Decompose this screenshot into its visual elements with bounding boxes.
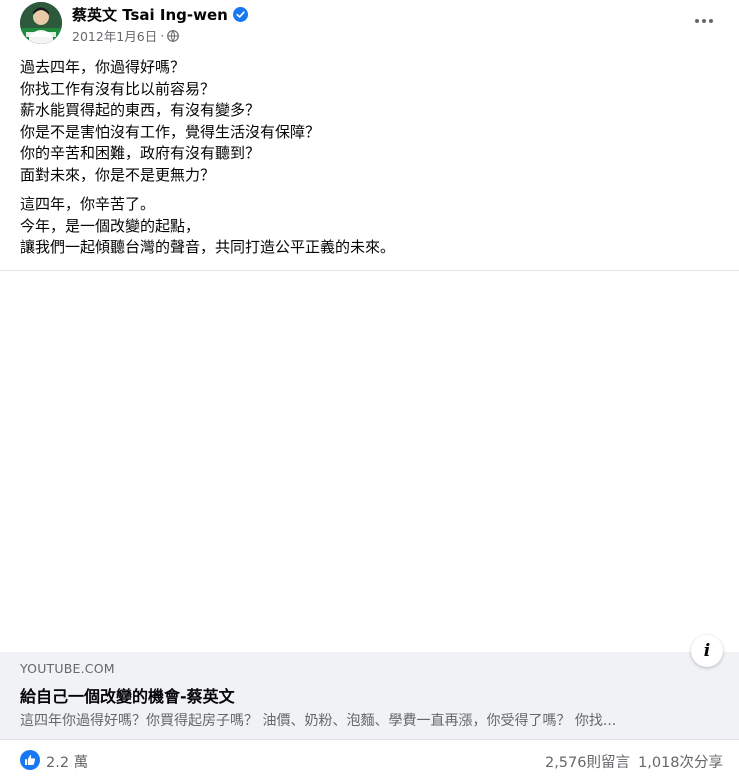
author-name[interactable]: 蔡英文 Tsai Ing-wen	[72, 4, 228, 25]
author-avatar[interactable]	[20, 2, 62, 44]
post-line: 今年，是一個改變的起點，	[20, 216, 201, 235]
post-paragraph-2: 這四年，你辛苦了。 今年，是一個改變的起點， 讓我們一起傾聽台灣的聲音，共同打造…	[20, 194, 720, 259]
post-date[interactable]: 2012年1月6日	[72, 26, 157, 45]
share-count[interactable]: 1,018次分享	[638, 751, 723, 772]
post-line: 你找工作有沒有比以前容易？	[20, 79, 216, 98]
post-meta: 2012年1月6日 ·	[72, 26, 180, 45]
more-options-icon[interactable]	[693, 10, 715, 32]
meta-separator: ·	[160, 28, 165, 43]
link-title[interactable]: 給自己一個改變的機會-蔡英文	[20, 683, 235, 707]
info-icon[interactable]: i	[691, 635, 723, 667]
link-preview-card[interactable]: YOUTUBE.COM 給自己一個改變的機會-蔡英文 這四年你過得好嗎？你買得起…	[0, 652, 739, 739]
avatar-image	[20, 2, 62, 44]
facebook-post: 蔡英文 Tsai Ing-wen 2012年1月6日 · 過去四年，你過得好嗎？…	[0, 0, 739, 778]
post-line: 你的辛苦和困難，政府有沒有聽到？	[20, 144, 261, 162]
verified-badge-icon	[232, 6, 248, 22]
post-line: 讓我們一起傾聽台灣的聲音，共同打造公平正義的未來。	[20, 238, 396, 256]
post-line: 過去四年，你過得好嗎？	[20, 58, 186, 76]
post-footer: 2.2 萬 2,576則留言 1,018次分享	[0, 742, 739, 778]
post-line: 薪水能買得起的東西，有沒有變多？	[20, 101, 261, 119]
comment-count[interactable]: 2,576則留言	[545, 751, 630, 772]
link-card-bottom-border	[0, 739, 739, 740]
engagement-stats: 2,576則留言 1,018次分享	[545, 751, 723, 772]
link-description: 這四年你過得好嗎？你買得起房子嗎？ 油價、奶粉、泡麵、學費一直再漲，你受得了嗎？…	[20, 713, 617, 729]
post-paragraph-1: 過去四年，你過得好嗎？ 你找工作有沒有比以前容易？ 薪水能買得起的東西，有沒有變…	[20, 57, 720, 186]
post-header: 蔡英文 Tsai Ing-wen 2012年1月6日 ·	[0, 0, 739, 50]
post-text: 過去四年，你過得好嗎？ 你找工作有沒有比以前容易？ 薪水能買得起的東西，有沒有變…	[20, 57, 720, 259]
post-line: 你是不是害怕沒有工作，覺得生活沒有保障？	[20, 122, 321, 141]
like-reaction-icon[interactable]	[20, 750, 40, 770]
post-line: 這四年，你辛苦了。	[20, 195, 156, 213]
post-line: 面對未來，你是不是更無力？	[20, 165, 216, 184]
embedded-video-area[interactable]	[0, 271, 739, 652]
reaction-count[interactable]: 2.2 萬	[46, 751, 88, 772]
link-domain: YOUTUBE.COM	[20, 661, 115, 676]
globe-icon[interactable]	[167, 29, 180, 42]
